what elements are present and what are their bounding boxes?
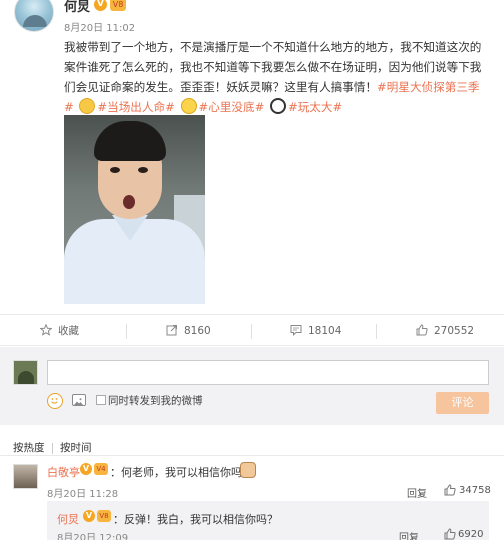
comment-input[interactable] xyxy=(47,360,489,385)
post-action-bar: 收藏 8160 18104 270552 xyxy=(0,314,504,346)
action-divider xyxy=(376,324,377,339)
photo-left-eye xyxy=(110,167,120,173)
repost-checkbox[interactable] xyxy=(96,395,106,405)
comment-like-count: 34758 xyxy=(459,485,491,496)
action-divider xyxy=(251,324,252,339)
post-header: 何炅 V V8 8月20日 11:02 xyxy=(0,0,504,36)
reply-author-name[interactable]: 何炅 xyxy=(57,511,79,527)
comment-text: ：何老师，我可以相信你吗？ xyxy=(110,466,253,479)
smile-icon xyxy=(51,398,58,404)
topic-tag-murder[interactable]: #当场出人命# xyxy=(97,100,174,114)
author-avatar[interactable] xyxy=(14,0,54,32)
thumbs-up-icon[interactable] xyxy=(444,484,456,496)
verified-badge-icon[interactable]: V xyxy=(83,510,95,522)
reply-link[interactable]: 回复 xyxy=(407,485,427,500)
comment-button[interactable]: 18104 xyxy=(290,315,341,347)
verified-badge-icon[interactable]: V xyxy=(80,463,92,475)
anxious-emoticon-icon xyxy=(180,98,197,114)
author-name[interactable]: 何炅 xyxy=(64,0,90,15)
vip-level-badge-icon[interactable]: V8 xyxy=(110,0,126,11)
current-user-avatar[interactable] xyxy=(13,360,38,385)
submit-comment-button[interactable]: 评论 xyxy=(436,392,489,414)
favorite-button[interactable]: 收藏 xyxy=(40,315,79,347)
photo-mouth xyxy=(123,195,135,209)
comment-timestamp: 8月20日 11:28 xyxy=(47,489,119,500)
comment-icon xyxy=(290,325,302,336)
reply-link[interactable]: 回复 xyxy=(399,529,419,540)
forward-count: 8160 xyxy=(184,325,211,337)
reply-text: ：反弹！我白，我可以相信你吗？ xyxy=(113,513,278,526)
image-upload-icon[interactable] xyxy=(72,394,86,406)
star-icon xyxy=(40,324,52,336)
post-body: 我被带到了一个地方，不是演播厅是一个不知道什么地方的地方，我不知道这次的案件谁死… xyxy=(64,37,484,117)
cat-emoticon-icon xyxy=(240,462,256,478)
vip-level-badge-icon[interactable]: V8 xyxy=(97,510,111,522)
forward-button[interactable]: 8160 xyxy=(166,315,211,347)
emoji-picker-icon[interactable] xyxy=(47,393,63,409)
comment-reply: 何炅 V V8 ：反弹！我白，我可以相信你吗？ 8月20日 12:09 回复 6… xyxy=(47,501,489,540)
photo-right-eye xyxy=(138,167,148,173)
forward-icon xyxy=(166,325,177,336)
action-divider xyxy=(126,324,127,339)
panda-emoticon-icon xyxy=(270,98,286,114)
post-photo[interactable] xyxy=(64,115,205,304)
commenter-avatar[interactable] xyxy=(13,464,38,489)
sort-by-time-tab[interactable]: 按时间 xyxy=(60,440,92,455)
comment-composer: 同时转发到我的微博 评论 xyxy=(0,347,504,425)
like-count: 270552 xyxy=(434,325,475,337)
vip-level-badge-icon[interactable]: V4 xyxy=(94,463,108,475)
comment-item: 白敬亭 V V4 ：何老师，我可以相信你吗？ 8月20日 11:28 回复 34… xyxy=(0,458,504,500)
comment-count: 18104 xyxy=(308,325,342,337)
sort-by-hot-tab[interactable]: 按热度 xyxy=(13,440,45,455)
worried-emoticon-icon xyxy=(79,98,96,114)
sort-divider xyxy=(52,443,53,454)
like-button[interactable]: 270552 xyxy=(416,315,474,347)
commenter-name[interactable]: 白敬亭 xyxy=(47,464,80,480)
reply-like-count: 6920 xyxy=(458,529,484,540)
thumbs-up-icon xyxy=(416,324,428,336)
picture-icon xyxy=(74,398,83,405)
verified-badge-icon[interactable]: V xyxy=(94,0,107,11)
comment-sort-bar: 按热度 按时间 xyxy=(0,436,504,456)
topic-tag-nervous[interactable]: #心里没底# xyxy=(199,100,265,114)
repost-label[interactable]: 同时转发到我的微博 xyxy=(108,393,203,408)
reply-timestamp: 8月20日 12:09 xyxy=(57,533,129,540)
topic-tag-too-big[interactable]: #玩太大# xyxy=(288,100,342,114)
post-timestamp[interactable]: 8月20日 11:02 xyxy=(64,19,135,34)
thumbs-up-icon[interactable] xyxy=(444,528,456,540)
favorite-label: 收藏 xyxy=(58,325,79,337)
